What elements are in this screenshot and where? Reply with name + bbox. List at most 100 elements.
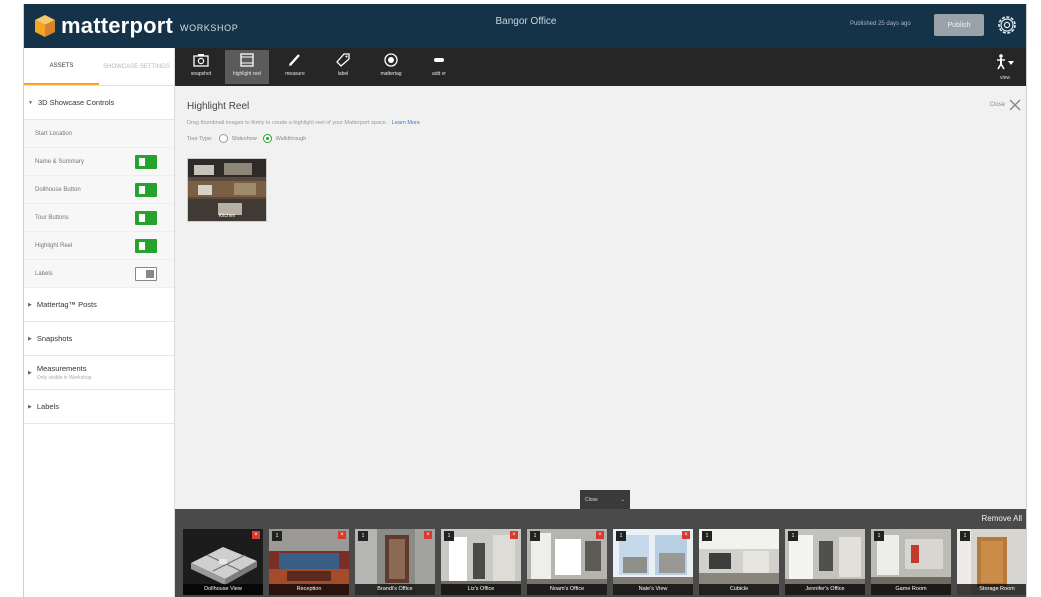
camera-icon	[193, 54, 209, 67]
remove-snapshot-icon[interactable]: ×	[338, 531, 346, 539]
publish-button[interactable]: Publish	[934, 14, 984, 36]
tool-label: label	[337, 71, 349, 77]
slideshow-radio[interactable]	[218, 134, 228, 143]
snapshot-label: Nate's View	[613, 584, 693, 595]
remove-all-button[interactable]: Remove All	[982, 514, 1022, 523]
tool-label: snapshot	[190, 71, 212, 77]
snapshot-label: Brandi's Office	[355, 584, 435, 595]
tool-measure[interactable]: measure	[273, 50, 317, 84]
snapshot-number: 1	[874, 531, 884, 541]
gear-icon[interactable]	[995, 13, 1019, 37]
slideshow-label: Slideshow	[231, 135, 257, 142]
tool-snapshot[interactable]: snapshot	[179, 50, 223, 84]
section-snapshots[interactable]: ▶ Snapshots	[24, 322, 174, 356]
snapshot-item-cubicle[interactable]: 1 Cubicle	[699, 529, 779, 595]
close-label: Close	[989, 102, 1005, 108]
section-title: Measurements	[36, 364, 87, 373]
section-mattertag-posts[interactable]: ▶ Mattertag™ Posts	[24, 288, 174, 322]
view-mode-label: view	[999, 75, 1010, 81]
snapshot-item-nates-view[interactable]: 1 × Nate's View	[613, 529, 693, 595]
labels-toggle[interactable]	[135, 266, 157, 281]
snapshot-number: 1	[530, 531, 540, 541]
tool-label: highlight reel	[232, 71, 262, 77]
control-label: Name & Summary	[35, 158, 85, 165]
tour-type-label: Tour Type:	[187, 135, 213, 142]
learn-more-link[interactable]: Learn More	[392, 120, 420, 126]
snapshot-item-jennifers-office[interactable]: 1 Jennifer's Office	[785, 529, 865, 595]
panel-title: Highlight Reel	[187, 101, 250, 112]
caret-right-icon: ▶	[28, 403, 32, 410]
remove-snapshot-icon[interactable]: ×	[510, 531, 518, 539]
view-mode-button[interactable]: view	[990, 54, 1020, 82]
remove-snapshot-icon[interactable]: ×	[424, 531, 432, 539]
panel-description: Drag thumbnail images to firmly to creat…	[187, 120, 420, 126]
close-panel-button[interactable]: Close	[990, 98, 1022, 112]
caret-right-icon: ▶	[28, 335, 32, 342]
snapshot-number: 1	[788, 531, 798, 541]
section-title: 3D Showcase Controls	[37, 98, 115, 107]
tool-label: add vr	[432, 71, 446, 77]
snapshot-number: 1	[444, 531, 454, 541]
dollhouse-button-toggle[interactable]	[135, 182, 157, 197]
pencil-icon	[289, 54, 300, 66]
section-subtitle: Only visible in Workshop	[36, 375, 92, 381]
snapshot-label: Dollhouse View	[183, 584, 263, 595]
tool-highlight-reel[interactable]: highlight reel	[225, 50, 269, 84]
snapshot-number: 1	[702, 531, 712, 541]
highlight-reel-toggle[interactable]	[135, 238, 157, 253]
snapshot-label: Noam's Office	[527, 584, 607, 595]
tour-buttons-toggle[interactable]	[135, 210, 157, 225]
snapshot-label: Storage Room	[957, 584, 1026, 595]
dock-tab-label: Close	[585, 496, 598, 503]
left-sidebar: ASSETS SHOWCASE SETTINGS ▼ 3D Showcase C…	[24, 48, 175, 597]
section-title: Labels	[36, 402, 59, 411]
name-summary-toggle[interactable]	[135, 154, 157, 169]
remove-snapshot-icon[interactable]: ×	[596, 531, 604, 539]
tool-label: mattertag	[380, 71, 402, 77]
tool-bar: snapshot highlight reel measure label ma…	[175, 48, 1026, 86]
control-label: Labels	[35, 270, 53, 277]
snapshot-number: 1	[272, 531, 282, 541]
sidebar-tabs: ASSETS SHOWCASE SETTINGS	[24, 48, 174, 86]
close-icon	[1009, 99, 1021, 111]
tool-add-vr[interactable]: add vr	[417, 50, 461, 84]
control-start-location[interactable]: Start Location	[24, 120, 174, 148]
remove-snapshot-icon[interactable]: ×	[252, 531, 260, 539]
walkthrough-radio[interactable]	[262, 134, 272, 143]
control-label: Start Location	[35, 130, 73, 137]
cube-logo-icon	[35, 15, 55, 37]
space-title: Bangor Office	[495, 16, 557, 27]
reel-item-label: Kitchen	[218, 213, 236, 219]
snapshot-item-storage-room[interactable]: 1 Storage Room	[957, 529, 1026, 595]
dock-toggle-tab[interactable]: Close ⌄	[580, 490, 630, 509]
tool-mattertag[interactable]: mattertag	[369, 50, 413, 84]
tour-type-selector: Tour Type: Slideshow Walkthrough	[187, 134, 306, 143]
snapshot-item-noams-office[interactable]: 1 × Noam's Office	[527, 529, 607, 595]
snapshot-label: Jennifer's Office	[785, 584, 865, 595]
snapshot-item-brandis-office[interactable]: 1 × Brandi's Office	[355, 529, 435, 595]
control-highlight-reel: Highlight Reel	[24, 232, 174, 260]
reel-item-kitchen[interactable]: Kitchen	[187, 158, 267, 222]
section-measurements[interactable]: ▶ Measurements Only visible in Workshop	[24, 356, 174, 390]
section-labels[interactable]: ▶ Labels	[24, 390, 174, 424]
tool-label-tool[interactable]: label	[321, 50, 365, 84]
page-margin	[1028, 0, 1041, 597]
tab-assets[interactable]: ASSETS	[24, 48, 99, 85]
walking-person-icon	[997, 54, 1014, 70]
snapshot-number: 1	[358, 531, 368, 541]
tab-showcase-settings[interactable]: SHOWCASE SETTINGS	[99, 48, 174, 85]
snapshot-strip: × Dollhouse View 1 × Reception 1 × Brand…	[183, 529, 1026, 597]
snapshot-item-game-room[interactable]: 1 Game Room	[871, 529, 951, 595]
snapshot-label: Game Room	[871, 584, 951, 595]
snapshot-item-reception[interactable]: 1 × Reception	[269, 529, 349, 595]
tag-icon	[336, 53, 350, 67]
snapshot-item-lizs-office[interactable]: 1 × Liz's Office	[441, 529, 521, 595]
remove-snapshot-icon[interactable]: ×	[682, 531, 690, 539]
snapshot-label: Liz's Office	[441, 584, 521, 595]
section-title: Snapshots	[36, 334, 73, 343]
snapshot-item-dollhouse[interactable]: × Dollhouse View	[183, 529, 263, 595]
chevron-down-icon: ⌄	[620, 496, 625, 503]
matterport-logo[interactable]: matterport WORKSHOP	[34, 12, 238, 40]
section-showcase-controls[interactable]: ▼ 3D Showcase Controls	[24, 86, 174, 120]
snapshot-number: 1	[960, 531, 970, 541]
